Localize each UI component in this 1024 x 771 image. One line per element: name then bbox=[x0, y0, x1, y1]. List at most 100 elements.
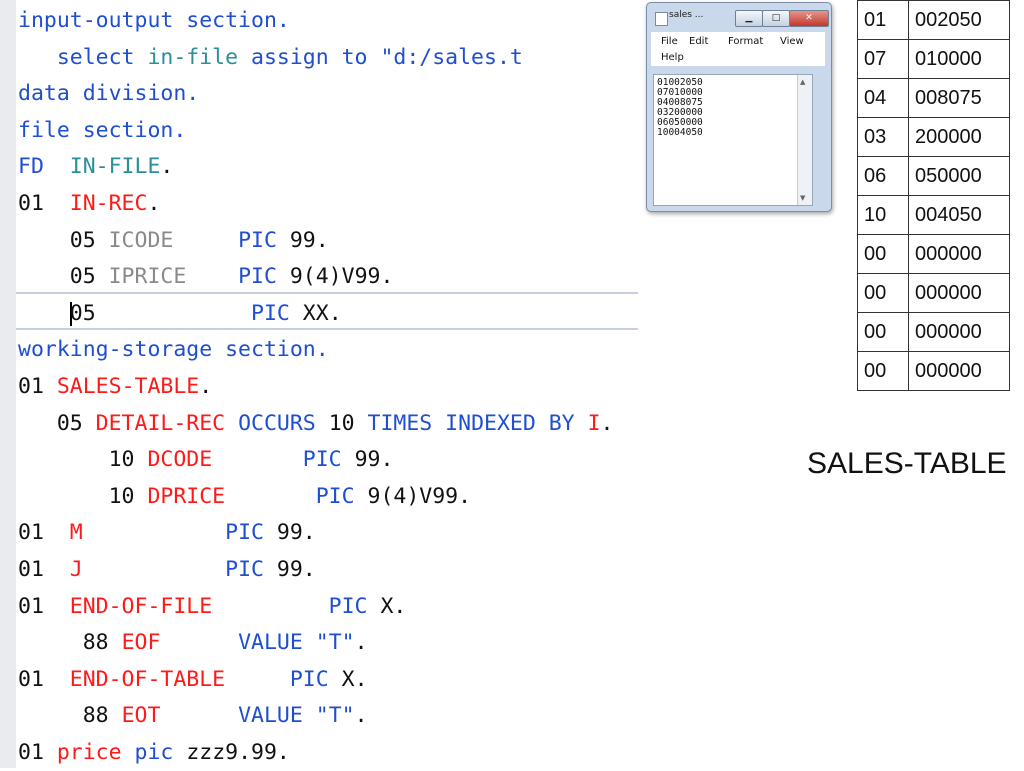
code-token: PIC bbox=[251, 300, 290, 326]
table-cell-code: 00 bbox=[857, 273, 909, 313]
table-cell-price: 000000 bbox=[908, 312, 1010, 352]
code-line[interactable]: 05 IPRICE PIC 9(4)V99. bbox=[18, 259, 394, 295]
code-line[interactable]: file section. bbox=[18, 113, 186, 149]
code-token: "T" bbox=[315, 630, 355, 656]
maximize-button[interactable]: □ bbox=[762, 10, 790, 27]
menu-view[interactable]: View bbox=[780, 36, 804, 47]
menu-edit[interactable]: Edit bbox=[689, 36, 708, 47]
code-token: I bbox=[587, 410, 601, 436]
code-token: 01 bbox=[18, 740, 57, 765]
code-line[interactable]: 01 END-OF-FILE PIC X. bbox=[18, 589, 406, 625]
code-token: 01 bbox=[18, 557, 44, 582]
table-cell-code: 00 bbox=[857, 312, 909, 352]
table-row: 00 000000 bbox=[857, 351, 1010, 391]
menu-file[interactable]: File bbox=[661, 36, 678, 47]
code-token: pic bbox=[121, 740, 187, 765]
code-token: 05 bbox=[18, 410, 96, 436]
notepad-titlebar[interactable]: sales ... ▁ □ ✕ bbox=[649, 6, 829, 28]
code-token: select bbox=[18, 44, 148, 70]
table-cell-price: 002050 bbox=[908, 0, 1010, 40]
code-token: 99. bbox=[276, 227, 329, 253]
code-line[interactable]: 05 ICODE PIC 99. bbox=[18, 223, 329, 259]
code-line[interactable]: 88 EOF VALUE "T". bbox=[18, 625, 368, 661]
code-token: 99. bbox=[263, 520, 316, 546]
notepad-file-icon bbox=[655, 12, 668, 26]
code-token: 10 bbox=[18, 483, 148, 509]
minimize-button[interactable]: ▁ bbox=[735, 10, 763, 27]
table-row: 03 200000 bbox=[857, 117, 1010, 157]
scroll-down-arrow-icon[interactable]: ▼ bbox=[800, 194, 805, 202]
code-line[interactable]: 01 J PIC 99. bbox=[18, 552, 316, 588]
code-line[interactable]: 10 DPRICE PIC 9(4)V99. bbox=[18, 479, 471, 515]
code-line[interactable]: 01 M PIC 99. bbox=[18, 515, 316, 551]
close-button[interactable]: ✕ bbox=[789, 10, 829, 27]
notepad-window[interactable]: sales ... ▁ □ ✕ File Edit Format View He… bbox=[646, 2, 832, 212]
code-token: 05 bbox=[69, 300, 96, 326]
code-line[interactable]: 01 SALES-TABLE. bbox=[18, 369, 212, 405]
table-row: 07 010000 bbox=[857, 39, 1010, 79]
code-line[interactable]: working-storage section. bbox=[18, 332, 329, 368]
code-line[interactable]: 01 IN-REC. bbox=[18, 186, 160, 222]
code-line[interactable]: 10 DCODE PIC 99. bbox=[18, 442, 394, 478]
code-line[interactable]: input-output section. bbox=[18, 3, 290, 39]
code-token: OCCURS bbox=[225, 410, 329, 436]
code-line[interactable]: FD IN-FILE. bbox=[18, 149, 173, 185]
code-token: in-file bbox=[147, 44, 239, 70]
table-cell-code: 00 bbox=[857, 351, 909, 391]
table-cell-price: 004050 bbox=[908, 195, 1010, 235]
table-cell-code: 06 bbox=[857, 156, 909, 196]
notepad-scrollbar[interactable]: ▲ ▼ bbox=[797, 75, 812, 205]
code-token: 99. bbox=[263, 557, 316, 582]
table-row: 00 000000 bbox=[857, 234, 1010, 274]
table-row: 00 000000 bbox=[857, 312, 1010, 352]
code-token: PIC bbox=[238, 264, 277, 290]
code-line[interactable]: select in-file assign to "d:/sales.t bbox=[18, 40, 523, 76]
menu-format[interactable]: Format bbox=[728, 36, 763, 47]
code-line[interactable]: data division. bbox=[18, 76, 199, 112]
code-token: 99. bbox=[341, 447, 394, 473]
code-token: . bbox=[600, 410, 614, 436]
table-cell-price: 000000 bbox=[908, 234, 1010, 274]
code-token: X. bbox=[367, 593, 407, 619]
code-token: file section. bbox=[18, 117, 187, 143]
code-token: 01 bbox=[18, 374, 57, 399]
code-token: X. bbox=[328, 666, 368, 692]
code-token: ICODE bbox=[108, 227, 174, 253]
code-line[interactable]: 05 DETAIL-REC OCCURS 10 TIMES INDEXED BY… bbox=[18, 406, 614, 442]
table-cell-price: 008075 bbox=[908, 78, 1010, 118]
notepad-text-area[interactable]: 01002050 07010000 04008075 03200000 0605… bbox=[653, 74, 813, 206]
table-row: 06 050000 bbox=[857, 156, 1010, 196]
code-token: 01 bbox=[18, 666, 44, 692]
code-token: VALUE bbox=[238, 703, 316, 729]
code-token: . bbox=[354, 630, 368, 656]
table-cell-code: 00 bbox=[857, 234, 909, 274]
code-line[interactable]: 05 PIC XX. bbox=[18, 296, 342, 332]
code-line[interactable]: 01 price pic zzz9.99. bbox=[18, 735, 290, 771]
scroll-up-arrow-icon[interactable]: ▲ bbox=[800, 78, 805, 86]
notepad-content: 01002050 07010000 04008075 03200000 0605… bbox=[657, 77, 703, 138]
table-row: 10 004050 bbox=[857, 195, 1010, 235]
code-token: EOF bbox=[121, 630, 161, 656]
code-token: zzz9.99. bbox=[186, 740, 290, 765]
table-cell-code: 10 bbox=[857, 195, 909, 235]
code-token: 88 bbox=[18, 630, 122, 656]
table-cell-code: 04 bbox=[857, 78, 909, 118]
code-token: PIC bbox=[328, 593, 368, 619]
code-token: FD bbox=[18, 154, 44, 180]
current-line-border-top bbox=[16, 291, 638, 294]
code-editor[interactable]: input-output section. select in-file ass… bbox=[0, 0, 640, 768]
menu-help[interactable]: Help bbox=[661, 52, 684, 63]
code-line[interactable]: 88 EOT VALUE "T". bbox=[18, 698, 368, 734]
code-line[interactable]: 01 END-OF-TABLE PIC X. bbox=[18, 662, 368, 698]
